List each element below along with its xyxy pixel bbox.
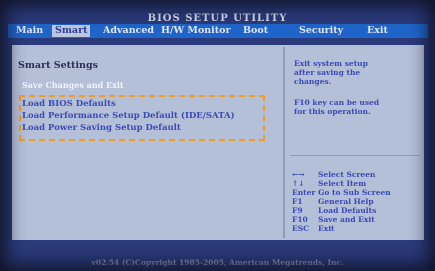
key-desc: Exit [318, 224, 335, 233]
key-help-row: ESC Exit [292, 224, 422, 233]
pane-divider [283, 47, 285, 238]
load-bios-defaults-item[interactable]: Load BIOS Defaults [22, 99, 116, 109]
menu-bar: Main Smart Advanced H/W Monitor Boot Sec… [8, 24, 428, 38]
key-help-row: ←→ Select Screen [292, 170, 422, 179]
arrow-up-down-icon: ↑↓ [292, 179, 305, 188]
tab-main[interactable]: Main [13, 25, 46, 37]
key-label: F9 [292, 206, 303, 215]
load-power-saving-default-item[interactable]: Load Power Saving Setup Default [22, 123, 181, 133]
key-help-row: ↑↓ Select Item [292, 179, 422, 188]
key-label: Enter [292, 188, 316, 197]
copyright-footer: v02.54 (C)Copyright 1985-2005, American … [91, 258, 344, 267]
tab-security[interactable]: Security [296, 25, 346, 37]
key-desc: Save and Exit [318, 215, 375, 224]
tab-advanced[interactable]: Advanced [100, 25, 157, 37]
help-line-3: changes. [294, 77, 332, 86]
key-help-row: F10 Save and Exit [292, 215, 422, 224]
key-desc: Load Defaults [318, 206, 377, 215]
key-label: F1 [292, 197, 303, 206]
load-performance-default-item[interactable]: Load Performance Setup Default (IDE/SATA… [22, 111, 235, 121]
section-title: Smart Settings [18, 60, 98, 71]
tab-exit[interactable]: Exit [364, 25, 391, 37]
help-line-5: for this operation. [294, 107, 371, 116]
key-label: F10 [292, 215, 308, 224]
tab-hw-monitor[interactable]: H/W Monitor [158, 25, 234, 37]
key-desc: Select Item [318, 179, 367, 188]
key-desc: Select Screen [318, 170, 376, 179]
tab-boot[interactable]: Boot [240, 25, 271, 37]
tab-smart[interactable]: Smart [52, 25, 91, 37]
key-desc: Go to Sub Screen [318, 188, 391, 197]
key-help-row: Enter Go to Sub Screen [292, 188, 422, 197]
arrow-left-right-icon: ←→ [292, 170, 305, 179]
key-help-row: F1 General Help [292, 197, 422, 206]
key-help-row: F9 Load Defaults [292, 206, 422, 215]
key-label: ESC [292, 224, 310, 233]
save-and-exit-item[interactable]: Save Changes and Exit [22, 80, 124, 90]
help-divider [290, 155, 420, 156]
key-desc: General Help [318, 197, 374, 206]
